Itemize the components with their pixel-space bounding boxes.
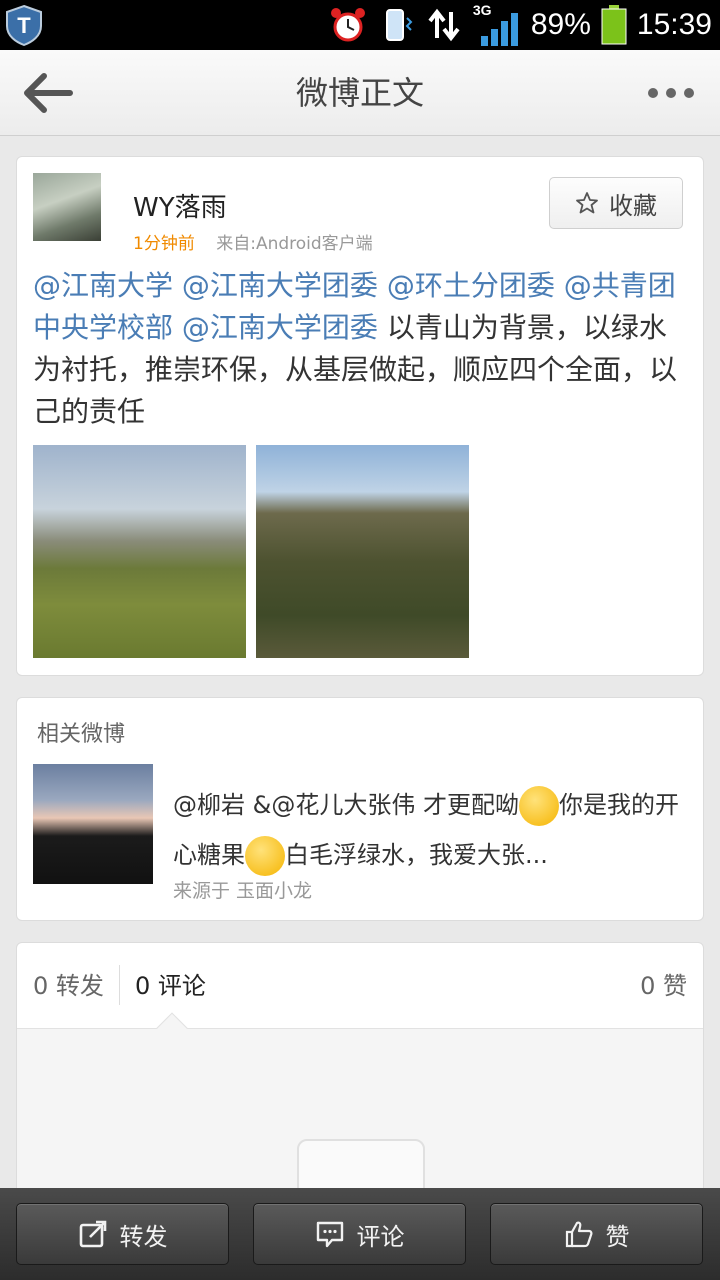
thumbs-up-icon <box>565 1221 592 1248</box>
repost-icon <box>79 1220 106 1248</box>
star-icon <box>576 192 598 214</box>
post-image[interactable] <box>33 445 246 658</box>
related-card: 相关微博 @柳岩 &@花儿大张伟 才更配呦 你是我的开心糖果 白毛浮绿水，我爱大张.… <box>16 697 704 921</box>
status-bar: T 3G 89% 15:39 <box>0 0 720 50</box>
related-thumbnail[interactable] <box>33 764 153 884</box>
data-transfer-icon <box>428 8 460 42</box>
tab-likes[interactable]: 0 赞 <box>640 943 687 1029</box>
mention-link[interactable]: @环土分团委 <box>387 269 555 302</box>
favorite-button[interactable]: 收藏 <box>549 177 683 229</box>
username[interactable]: WY落雨 <box>133 187 227 224</box>
comment-icon <box>316 1221 343 1248</box>
post-time: 1分钟前 <box>133 234 195 254</box>
comment-label: 评论 <box>356 1222 405 1251</box>
more-icon[interactable] <box>646 80 696 106</box>
page-title: 微博正文 <box>295 74 424 112</box>
tab-reposts[interactable]: 0 转发 <box>33 943 104 1029</box>
post-source: 来自:Android客户端 <box>216 234 373 254</box>
like-button[interactable]: 赞 <box>490 1203 703 1265</box>
favorite-label: 收藏 <box>609 191 657 220</box>
svg-text:T: T <box>17 13 31 38</box>
battery-icon <box>601 5 627 45</box>
related-text-part: 白毛浮绿水，我爱大张... <box>285 841 548 869</box>
post-meta: 1分钟前 来自:Android客户端 <box>133 229 373 254</box>
repost-button[interactable]: 转发 <box>16 1203 229 1265</box>
mention-link[interactable]: @江南大学 <box>33 269 173 302</box>
emoji-icon <box>245 836 285 876</box>
vibrate-icon <box>385 9 413 41</box>
post-body: @江南大学 @江南大学团委 @环土分团委 @共青团中央学校部 @江南大学团委 以… <box>33 265 693 433</box>
related-header: 相关微博 <box>37 722 126 747</box>
related-text-part: @柳岩 &@花儿大张伟 才更配呦 <box>173 791 519 819</box>
related-text[interactable]: @柳岩 &@花儿大张伟 才更配呦 你是我的开心糖果 白毛浮绿水，我爱大张... <box>173 780 693 880</box>
divider <box>119 965 120 1005</box>
bottom-toolbar: 转发 评论 赞 <box>0 1188 720 1280</box>
post-image[interactable] <box>256 445 469 658</box>
alarm-icon <box>330 8 365 42</box>
battery-percent: 89% <box>530 8 591 41</box>
like-label: 赞 <box>605 1222 630 1251</box>
post-card: WY落雨 1分钟前 来自:Android客户端 收藏 @江南大学 @江南大学团委… <box>16 156 704 676</box>
avatar[interactable] <box>33 173 101 241</box>
clock: 15:39 <box>636 8 712 41</box>
repost-label: 转发 <box>119 1222 168 1251</box>
related-source: 来源于 玉面小龙 <box>173 880 313 902</box>
signal-icon: 3G <box>473 2 521 46</box>
nav-bar: 微博正文 <box>0 50 720 136</box>
emoji-icon <box>518 786 559 826</box>
stats-bar: 0 转发 0 评论 0 赞 <box>17 943 703 1029</box>
mention-link[interactable]: @江南大学团委 <box>182 269 378 302</box>
shield-icon: T <box>6 4 42 46</box>
comment-button[interactable]: 评论 <box>253 1203 466 1265</box>
mention-link[interactable]: @江南大学团委 <box>182 311 378 344</box>
